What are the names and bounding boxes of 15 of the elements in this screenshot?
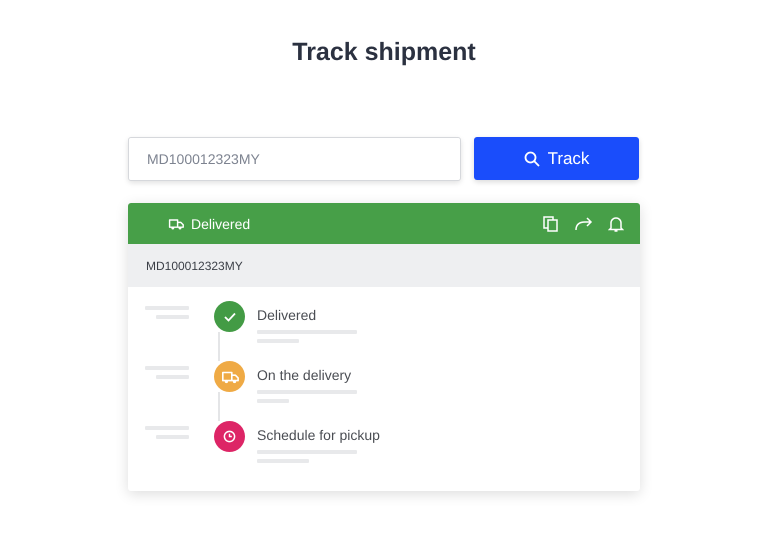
tracking-input[interactable]: MD100012323MY — [128, 137, 461, 181]
step-label: Schedule for pickup — [257, 427, 380, 443]
copy-icon[interactable] — [542, 214, 560, 232]
search-icon — [524, 150, 540, 166]
share-icon[interactable] — [574, 214, 594, 232]
tracking-number: MD100012323MY — [146, 258, 243, 272]
step-label: Delivered — [257, 307, 318, 323]
page-title: Track shipment — [292, 38, 476, 67]
truck-icon — [168, 216, 184, 230]
truck-icon — [220, 368, 238, 384]
status-label: Delivered — [191, 216, 250, 232]
track-button[interactable]: Track — [474, 137, 639, 180]
clock-icon — [223, 430, 236, 443]
step-label: On the delivery — [257, 367, 352, 383]
bell-icon[interactable] — [608, 214, 624, 232]
